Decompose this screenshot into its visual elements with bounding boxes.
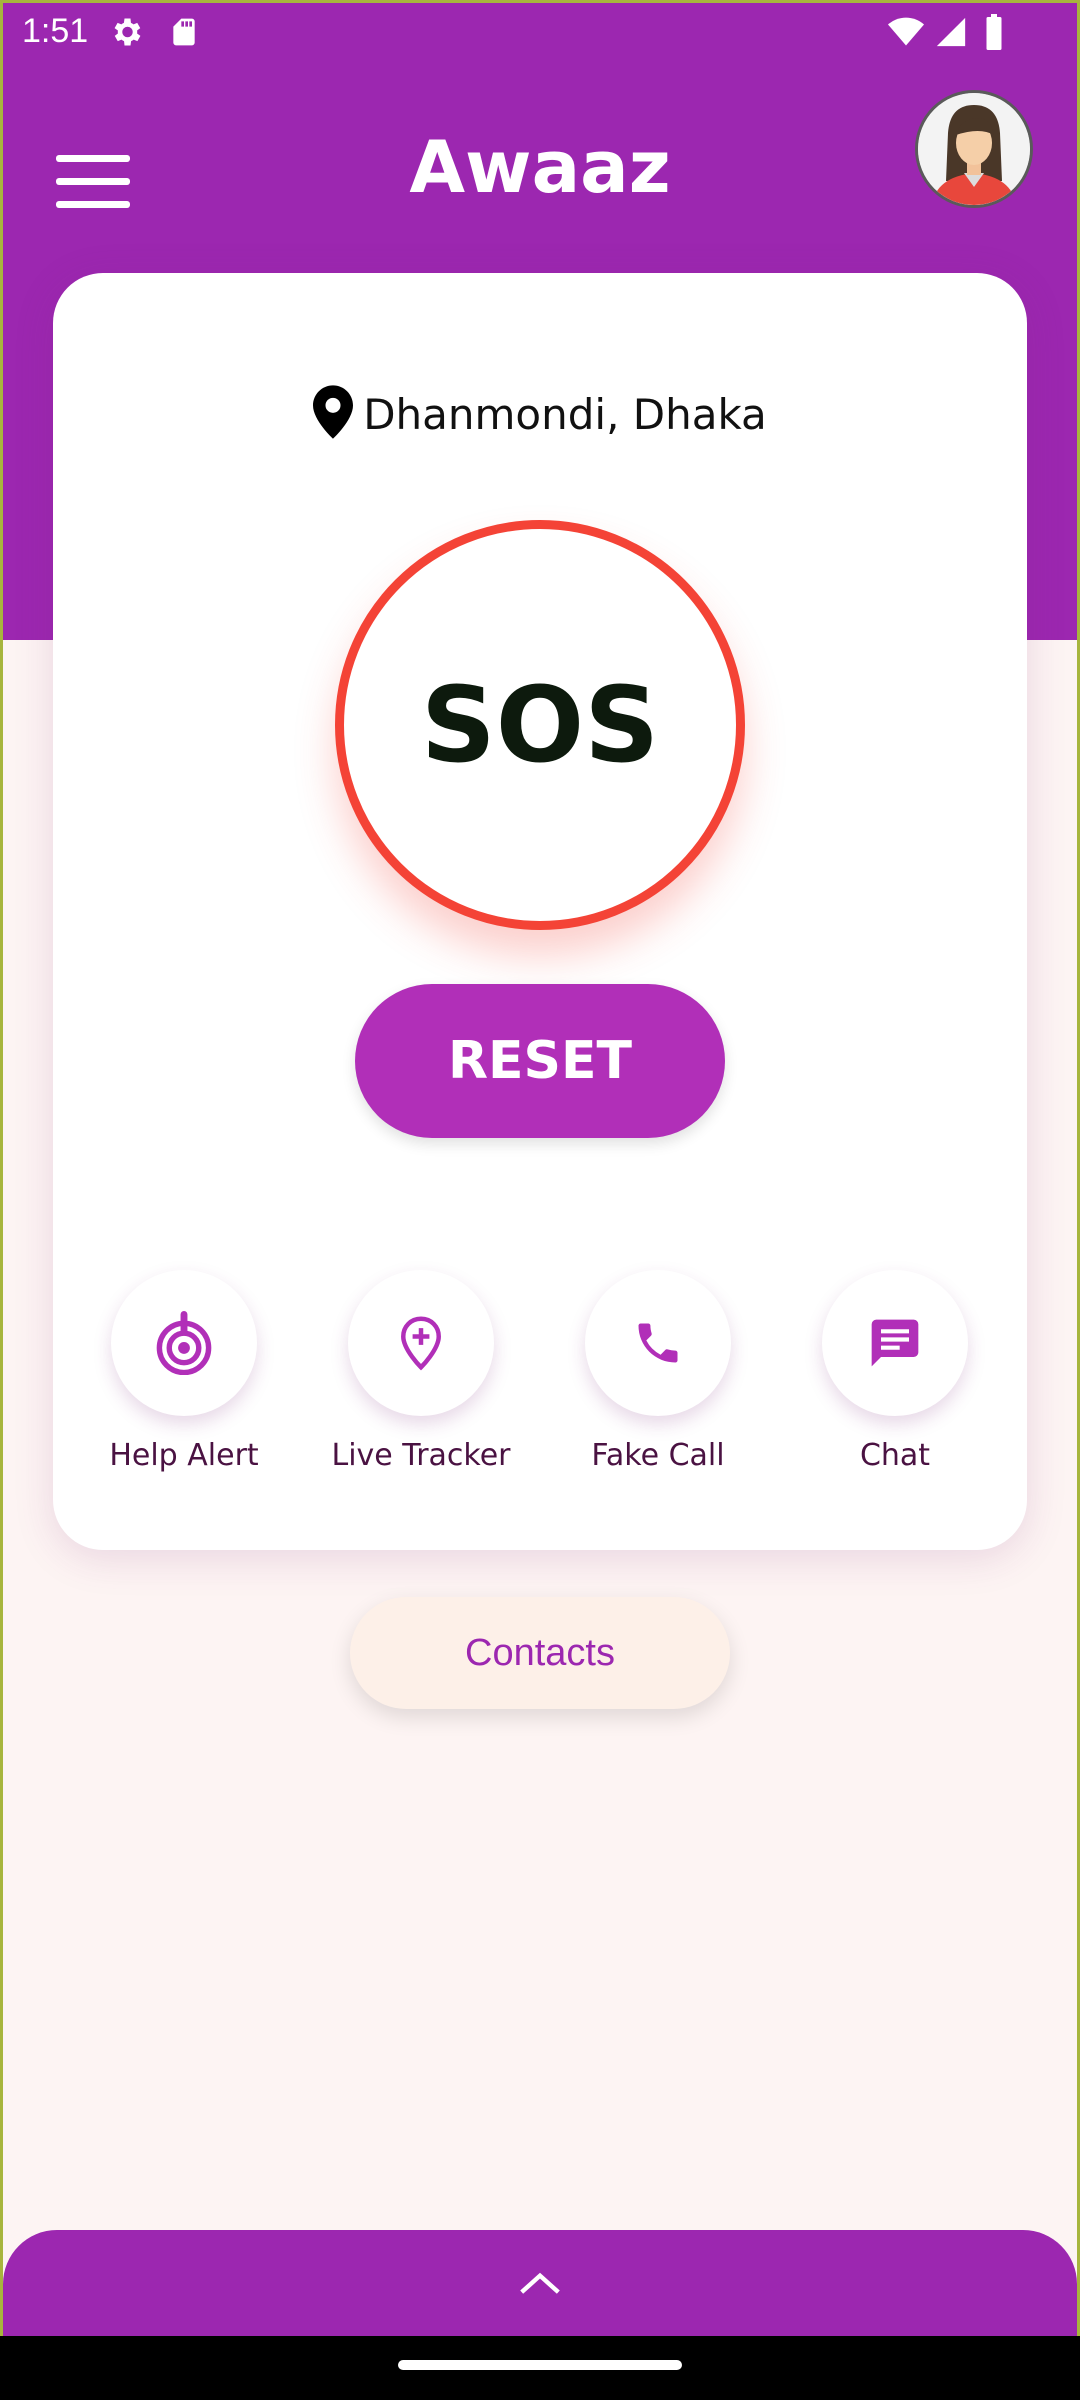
action-chat[interactable]: Chat [785, 1270, 1005, 1473]
location-pin-icon [313, 385, 354, 439]
location-text: Dhanmondi, Dhaka [363, 390, 767, 439]
action-label: Chat [859, 1438, 931, 1473]
phone-icon [638, 1323, 678, 1363]
action-help-alert[interactable]: Help Alert [74, 1270, 294, 1473]
signal-icon [934, 14, 968, 55]
action-live-tracker[interactable]: Live Tracker [311, 1270, 531, 1473]
action-fake-call[interactable]: Fake Call [548, 1270, 768, 1473]
battery-icon [982, 14, 1006, 55]
reset-button[interactable]: RESET [355, 984, 725, 1138]
sd-card-icon [168, 14, 200, 55]
status-time: 1:51 [22, 12, 89, 50]
wifi-icon [886, 14, 926, 55]
home-gesture-pill[interactable] [398, 2360, 682, 2370]
sos-button[interactable]: SOS [335, 520, 745, 930]
bottom-sheet-handle[interactable] [3, 2230, 1077, 2336]
contacts-button[interactable]: Contacts [350, 1597, 730, 1709]
chat-icon [871, 1319, 919, 1367]
location-row: Dhanmondi, Dhaka [0, 385, 1080, 439]
alert-icon [156, 1311, 212, 1375]
chevron-up-icon [520, 2272, 560, 2294]
user-avatar[interactable] [915, 90, 1033, 208]
status-bar: 1:51 [0, 0, 1080, 64]
woman-avatar-icon [918, 93, 1030, 205]
location-add-icon [401, 1316, 441, 1371]
action-label: Live Tracker [331, 1438, 511, 1473]
action-label: Fake Call [591, 1438, 725, 1473]
action-label: Help Alert [109, 1438, 259, 1473]
settings-icon [108, 14, 144, 55]
